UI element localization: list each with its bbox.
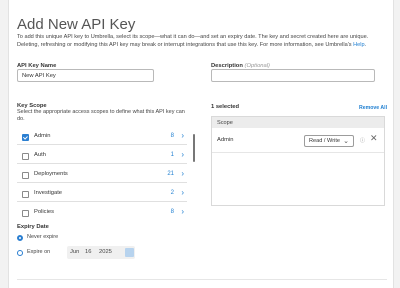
help-link[interactable]: Help: [353, 42, 365, 48]
scope-count: 1: [170, 152, 174, 158]
scope-count: 2: [170, 190, 174, 196]
scope-list-scrollbar[interactable]: [193, 134, 195, 162]
scope-count: 21: [167, 171, 174, 177]
expiry-label: Expiry Date: [17, 224, 49, 230]
page-title: Add New API Key: [17, 16, 136, 33]
close-icon[interactable]: ✕: [370, 133, 378, 144]
scope-column-header: Scope: [212, 117, 384, 128]
chevron-right-icon[interactable]: ›: [181, 170, 184, 178]
footer-divider: [17, 279, 387, 280]
scope-count: 8: [170, 133, 174, 139]
expire-on-label: Expire on: [27, 249, 51, 255]
policies-checkbox[interactable]: [22, 210, 29, 217]
dialog-panel: Add New API Key To add this unique API k…: [8, 0, 394, 288]
scope-name: Admin: [34, 133, 51, 139]
selected-scopes-table: Scope Admin Read / Write ⌄ ⓘ ✕: [211, 116, 385, 206]
chevron-right-icon[interactable]: ›: [181, 208, 184, 216]
access-level-value: Read / Write: [309, 138, 340, 144]
scope-row-deployments[interactable]: Deployments 21 ›: [17, 167, 187, 183]
scope-name: Deployments: [34, 171, 68, 177]
admin-checkbox[interactable]: [22, 134, 29, 141]
intro-body: To add this unique API key to Umbrella, …: [17, 34, 369, 48]
expire-on-option[interactable]: Expire on: [17, 249, 50, 256]
investigate-checkbox[interactable]: [22, 191, 29, 198]
expire-on-radio[interactable]: [17, 249, 23, 256]
intro-text: To add this unique API key to Umbrella, …: [17, 33, 387, 49]
scope-name: Investigate: [34, 190, 63, 196]
access-level-select[interactable]: Read / Write ⌄: [304, 135, 354, 147]
never-expire-label: Never expire: [27, 234, 59, 240]
expiry-year[interactable]: 2025: [99, 249, 112, 255]
scope-row-policies[interactable]: Policies 8 ›: [17, 205, 187, 220]
expiry-month[interactable]: Jun: [70, 249, 79, 255]
chevron-down-icon: ⌄: [343, 138, 349, 145]
scope-name: Auth: [34, 152, 46, 158]
key-name-input[interactable]: New API Key: [17, 69, 154, 82]
scope-row-investigate[interactable]: Investigate 2 ›: [17, 186, 187, 202]
chevron-right-icon[interactable]: ›: [181, 189, 184, 197]
scope-list: Admin 8 › Auth 1 › Deployments 21 › Inve…: [17, 129, 197, 220]
never-expire-option[interactable]: Never expire: [17, 234, 58, 241]
calendar-icon[interactable]: [125, 248, 134, 257]
scope-row-auth[interactable]: Auth 1 ›: [17, 148, 187, 164]
selected-scope-name: Admin: [217, 137, 234, 143]
scope-name: Policies: [34, 209, 54, 215]
key-scope-help: Select the appropriate access scopes to …: [17, 109, 185, 122]
chevron-right-icon[interactable]: ›: [181, 132, 184, 140]
info-icon[interactable]: ⓘ: [360, 137, 365, 144]
scope-row-admin[interactable]: Admin 8 ›: [17, 129, 187, 145]
chevron-right-icon[interactable]: ›: [181, 151, 184, 159]
selected-row-admin: Admin Read / Write ⌄ ⓘ ✕: [212, 128, 384, 153]
description-input[interactable]: [211, 69, 375, 82]
never-expire-radio[interactable]: [17, 234, 23, 241]
deployments-checkbox[interactable]: [22, 172, 29, 179]
expiry-day[interactable]: 16: [85, 249, 91, 255]
auth-checkbox[interactable]: [22, 153, 29, 160]
scope-count: 8: [170, 209, 174, 215]
selected-count: 1 selected: [211, 104, 240, 110]
intro-end: .: [364, 42, 367, 48]
remove-all-link[interactable]: Remove All: [359, 105, 387, 111]
